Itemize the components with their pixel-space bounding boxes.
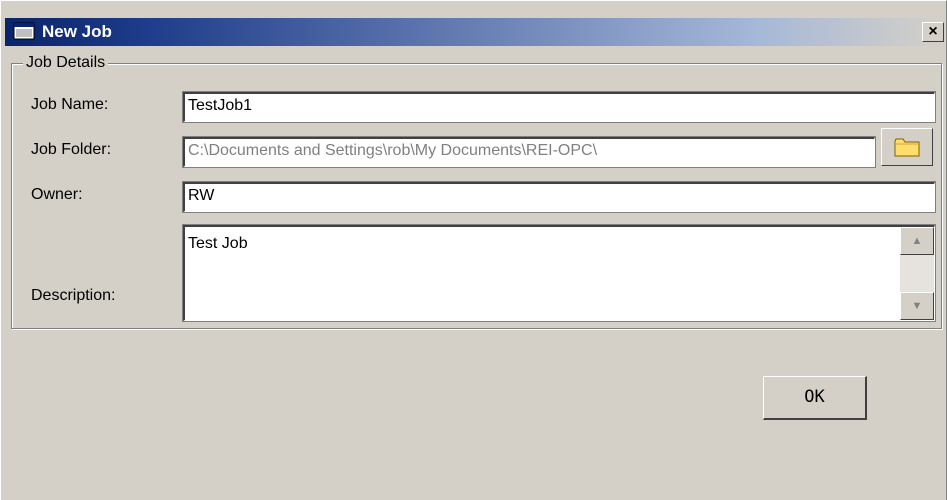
owner-input[interactable]: RW [182, 181, 936, 213]
scroll-up-icon: ▲ [911, 235, 923, 247]
scroll-down-icon: ▼ [911, 300, 923, 312]
owner-label: Owner: [31, 186, 83, 203]
title-bar[interactable]: New Job × [5, 18, 944, 46]
new-job-dialog: New Job × Job Details Job Name: TestJob1… [0, 0, 947, 500]
browse-folder-button[interactable] [881, 128, 933, 166]
job-name-input[interactable]: TestJob1 [182, 91, 936, 123]
description-text: Test Job [188, 235, 248, 252]
dialog-title: New Job [42, 22, 112, 41]
close-button[interactable]: × [922, 22, 944, 42]
window-icon [13, 22, 35, 40]
group-legend: Job Details [23, 53, 109, 73]
description-label: Description: [31, 287, 116, 304]
job-folder-label: Job Folder: [31, 141, 112, 158]
folder-icon [894, 138, 920, 157]
job-folder-input: C:\Documents and Settings\rob\My Documen… [182, 136, 876, 168]
close-icon: × [928, 23, 938, 40]
ok-button[interactable]: OK [763, 376, 867, 420]
job-name-label: Job Name: [31, 96, 109, 113]
scroll-up-button[interactable]: ▲ [900, 227, 934, 255]
description-textarea[interactable]: Test Job ▲ ▼ [182, 224, 936, 322]
scroll-down-button[interactable]: ▼ [900, 292, 934, 320]
description-scrollbar[interactable]: ▲ ▼ [900, 227, 934, 320]
